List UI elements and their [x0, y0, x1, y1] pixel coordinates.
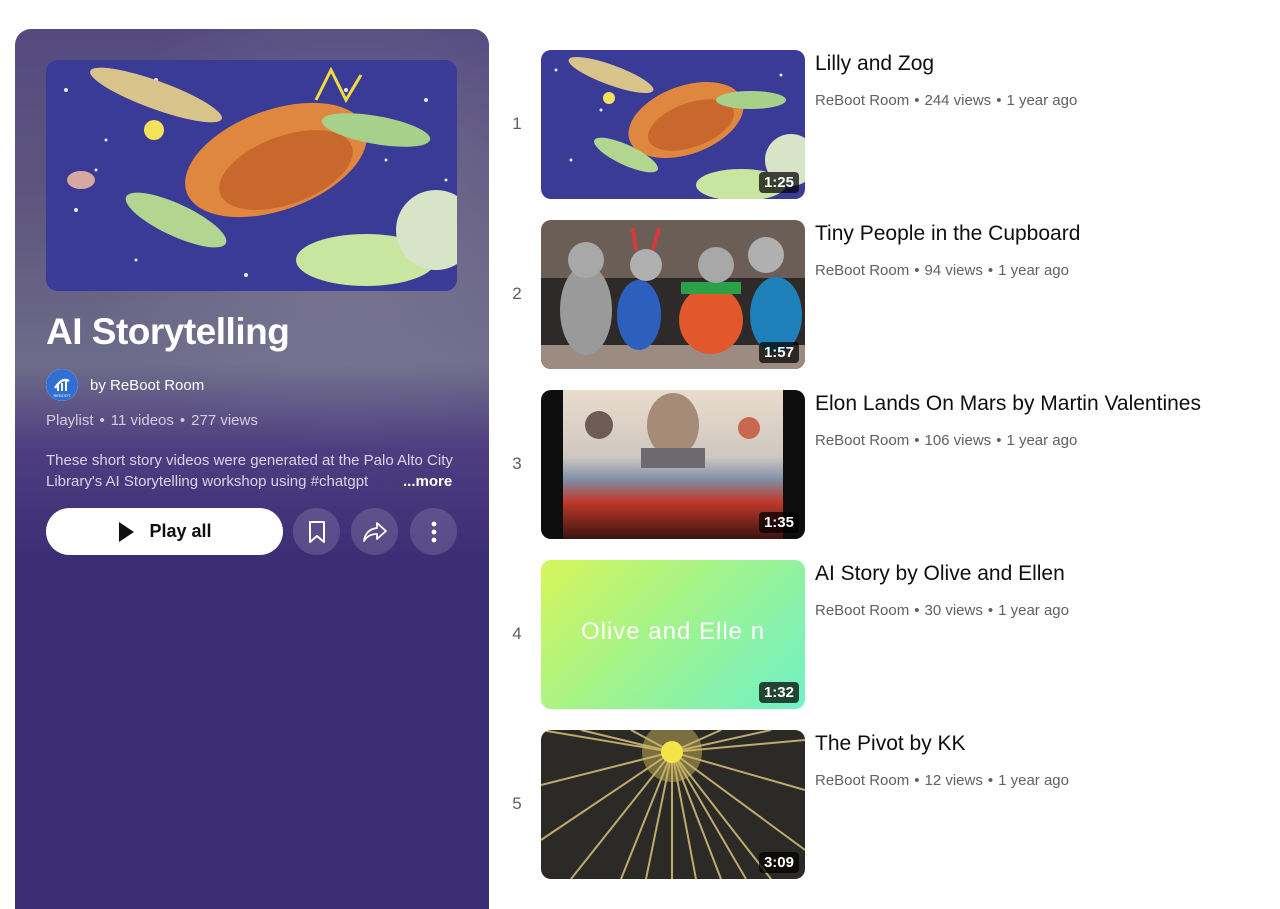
video-duration: 3:09	[758, 852, 799, 873]
video-age: 1 year ago	[1006, 432, 1078, 449]
thumbnail-text: Olive and Elle n	[580, 618, 766, 645]
video-duration: 1:35	[758, 512, 799, 533]
more-actions-button[interactable]	[410, 508, 457, 555]
meta-separator: •	[914, 772, 920, 789]
video-age: 1 year ago	[1006, 92, 1078, 109]
save-playlist-button[interactable]	[293, 508, 340, 555]
video-thumbnail[interactable]: 1:25	[541, 50, 805, 199]
video-meta: ReBoot Room • 106 views • 1 year ago	[815, 432, 1077, 449]
playlist-video-row[interactable]: 4 Olive and Elle n 1:32 AI Story by Oliv…	[500, 560, 1260, 710]
play-icon	[117, 521, 135, 543]
avatar-logo-text: REBOOT	[54, 393, 71, 398]
playlist-views: 277 views	[191, 412, 258, 429]
bookmark-icon	[307, 520, 327, 544]
video-title[interactable]: Elon Lands On Mars by Martin Valentines	[815, 392, 1201, 416]
video-thumbnail[interactable]: 1:35	[541, 390, 805, 539]
share-button[interactable]	[351, 508, 398, 555]
video-duration: 1:57	[758, 342, 799, 363]
video-views: 94 views	[924, 262, 983, 279]
playlist-header-panel: AI Storytelling REBOOT by ReBoot Room Pl…	[15, 29, 489, 909]
video-views: 106 views	[924, 432, 992, 449]
video-views: 12 views	[924, 772, 983, 789]
meta-separator: •	[987, 602, 994, 619]
video-index: 1	[512, 114, 522, 133]
playlist-video-row[interactable]: 2 1:57 Tiny People in the Cupboard ReBoo…	[500, 220, 1260, 370]
play-all-label: Play all	[149, 521, 212, 541]
playlist-type: Playlist	[46, 412, 94, 429]
meta-separator: •	[987, 262, 994, 279]
video-channel[interactable]: ReBoot Room	[815, 772, 909, 789]
video-channel[interactable]: ReBoot Room	[815, 92, 909, 109]
more-vert-icon	[431, 521, 437, 543]
video-meta: ReBoot Room • 244 views • 1 year ago	[815, 92, 1077, 109]
video-index: 5	[512, 794, 522, 813]
playlist-cover-image[interactable]	[46, 60, 457, 291]
playlist-meta: Playlist • 11 videos • 277 views	[46, 412, 258, 429]
video-title[interactable]: Tiny People in the Cupboard	[815, 222, 1080, 246]
meta-separator: •	[996, 432, 1002, 449]
playlist-owner[interactable]: REBOOT by ReBoot Room	[46, 369, 204, 401]
video-meta: ReBoot Room • 30 views • 1 year ago	[815, 602, 1069, 619]
video-views: 30 views	[924, 602, 983, 619]
description-more-button[interactable]: ...more	[375, 471, 453, 492]
meta-separator: •	[914, 92, 920, 109]
playlist-video-count: 11 videos	[110, 412, 174, 429]
video-channel[interactable]: ReBoot Room	[815, 262, 909, 279]
meta-separator: •	[987, 772, 994, 789]
channel-avatar[interactable]: REBOOT	[46, 369, 78, 401]
playlist-video-row[interactable]: 1 1:25 Lilly and Zog ReBoot Room • 244 vie…	[500, 50, 1260, 200]
video-thumbnail[interactable]: Olive and Elle n 1:32	[541, 560, 805, 709]
meta-separator: •	[914, 432, 920, 449]
meta-separator: •	[914, 262, 920, 279]
video-title[interactable]: Lilly and Zog	[815, 52, 934, 76]
video-index: 4	[512, 624, 522, 643]
video-duration: 1:32	[758, 682, 799, 703]
play-all-button[interactable]: Play all	[46, 508, 283, 555]
playlist-video-row[interactable]: 5 3:09 The Pivot by KK ReBoot Room • 12 vi…	[500, 730, 1260, 880]
share-icon	[362, 521, 388, 543]
playlist-video-row[interactable]: 3 1:35 Elon Lands On Mars by Martin Vale…	[500, 390, 1260, 540]
meta-separator: •	[996, 92, 1002, 109]
meta-separator: •	[99, 412, 105, 429]
meta-separator: •	[914, 602, 920, 619]
playlist-title: AI Storytelling	[46, 311, 290, 352]
video-thumbnail[interactable]: 1:57	[541, 220, 805, 369]
video-channel[interactable]: ReBoot Room	[815, 432, 909, 449]
video-age: 1 year ago	[998, 772, 1069, 789]
video-age: 1 year ago	[998, 602, 1069, 619]
video-meta: ReBoot Room • 94 views • 1 year ago	[815, 262, 1069, 279]
playlist-owner-name[interactable]: by ReBoot Room	[90, 377, 204, 394]
video-channel[interactable]: ReBoot Room	[815, 602, 909, 619]
video-views: 244 views	[924, 92, 992, 109]
video-title[interactable]: AI Story by Olive and Ellen	[815, 562, 1065, 586]
video-thumbnail[interactable]: 3:09	[541, 730, 805, 879]
video-index: 3	[512, 454, 522, 473]
video-title[interactable]: The Pivot by KK	[815, 732, 966, 756]
video-duration: 1:25	[758, 172, 799, 193]
video-index: 2	[512, 284, 522, 303]
video-meta: ReBoot Room • 12 views • 1 year ago	[815, 772, 1069, 789]
meta-separator: •	[179, 412, 186, 429]
video-age: 1 year ago	[998, 262, 1069, 279]
